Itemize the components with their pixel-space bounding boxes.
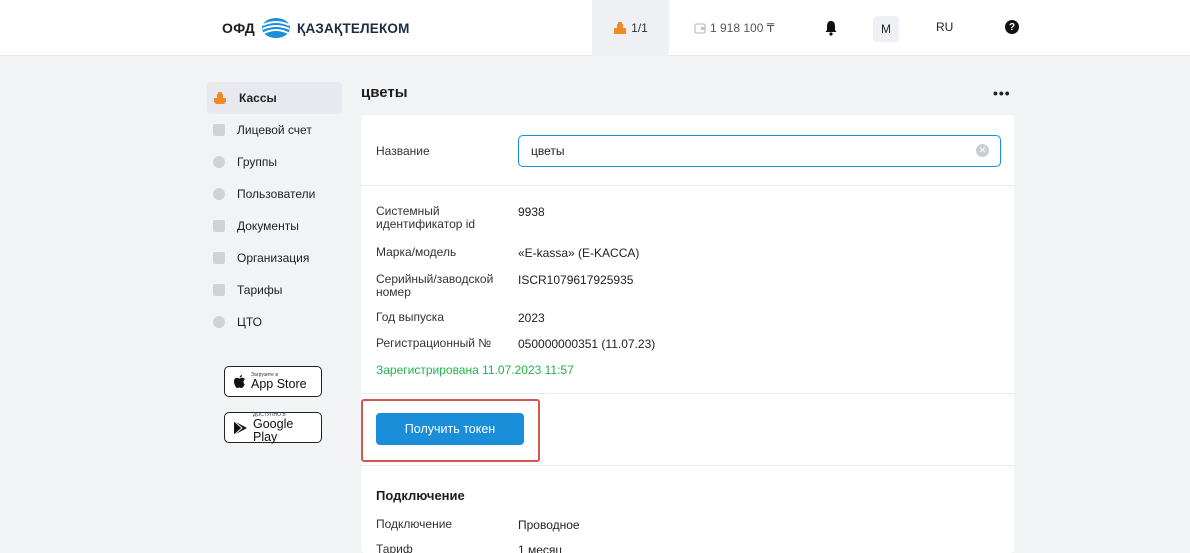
sidebar-item-tariffs[interactable]: Тарифы [207, 274, 342, 306]
user-avatar[interactable]: M [873, 16, 899, 42]
sidebar-item-label: Кассы [239, 91, 277, 105]
cash-register-card: Название ✕ Системный идентификатор id 99… [361, 115, 1014, 553]
sidebar-item-label: Тарифы [237, 283, 283, 297]
connection-section-title: Подключение [376, 488, 465, 503]
field-label-year: Год выпуска [376, 310, 444, 324]
field-value-system-id: 9938 [518, 205, 545, 219]
sidebar-item-label: Документы [237, 219, 299, 233]
field-value-connection: Проводное [518, 518, 580, 532]
sidebar-item-label: Лицевой счет [237, 123, 312, 137]
user-icon [213, 188, 225, 200]
app-store-text: Загрузите в App Store [251, 372, 307, 391]
group-icon [213, 156, 225, 168]
sidebar-item-label: Организация [237, 251, 310, 265]
service-center-icon [213, 316, 225, 328]
field-label-system-id: Системный идентификатор id [376, 204, 476, 231]
more-menu-button[interactable]: ••• [993, 85, 1011, 101]
field-label-serial: Серийный/заводской номер [376, 272, 494, 299]
cash-counter[interactable]: 1/1 [592, 0, 669, 56]
top-header: ОФД ҚАЗАҚТЕЛЕКОМ 1/1 1 918 100 ₸ M RU ? [0, 0, 1190, 56]
sidebar-item-label: Группы [237, 155, 277, 169]
logo[interactable]: ОФД ҚАЗАҚТЕЛЕКОМ [222, 14, 410, 42]
google-play-big: Google Play [252, 416, 294, 444]
field-value-model: «E-kassa» (E-KACCA) [518, 246, 640, 260]
field-label-connection: Подключение [376, 517, 453, 531]
balance[interactable]: 1 918 100 ₸ [694, 0, 774, 56]
field-label-model: Марка/модель [376, 245, 457, 259]
kazakhtelecom-logo-icon [262, 18, 291, 38]
field-value-tariff: 1 месяц [518, 543, 563, 553]
sidebar-item-account[interactable]: Лицевой счет [207, 114, 342, 146]
google-play-icon [233, 420, 247, 435]
apple-icon [234, 375, 245, 388]
sidebar-item-label: Пользователи [237, 187, 316, 201]
app-store-button[interactable]: Загрузите в App Store [224, 366, 322, 397]
logo-company-name: ҚАЗАҚТЕЛЕКОМ [297, 20, 410, 36]
field-label-tariff: Тариф [376, 542, 413, 553]
field-label-reg-number: Регистрационный № [376, 336, 492, 350]
language-switcher[interactable]: RU [936, 20, 953, 34]
bell-icon[interactable] [822, 19, 840, 37]
field-value-reg-number: 050000000351 (11.07.23) [518, 337, 656, 351]
google-play-text: ДОСТУПНО В Google Play [253, 412, 321, 444]
balance-amount: 1 918 100 ₸ [710, 21, 775, 35]
cash-register-icon [614, 21, 627, 34]
name-label: Название [376, 144, 430, 158]
tariff-icon [213, 284, 225, 296]
document-icon [213, 220, 225, 232]
cash-register-icon [214, 91, 226, 104]
divider [361, 465, 1014, 466]
divider [361, 393, 1014, 394]
clear-input-icon[interactable]: ✕ [976, 144, 989, 157]
building-icon [213, 252, 225, 264]
divider [361, 185, 1014, 186]
get-token-button[interactable]: Получить токен [376, 413, 524, 445]
sidebar-item-groups[interactable]: Группы [207, 146, 342, 178]
name-input[interactable] [518, 135, 1001, 167]
sidebar-item-kassy[interactable]: Кассы [207, 82, 342, 114]
field-value-serial: ISCR1079617925935 [518, 273, 634, 287]
page-title: цветы [361, 84, 408, 101]
cash-count: 1/1 [631, 21, 648, 35]
sidebar-item-organization[interactable]: Организация [207, 242, 342, 274]
sidebar-item-documents[interactable]: Документы [207, 210, 342, 242]
field-value-year: 2023 [518, 311, 545, 325]
sidebar-item-cto[interactable]: ЦТО [207, 306, 342, 338]
wallet-icon [694, 23, 706, 34]
sidebar-item-label: ЦТО [237, 315, 263, 329]
wallet-icon [213, 124, 225, 136]
sidebar-item-users[interactable]: Пользователи [207, 178, 342, 210]
help-icon[interactable]: ? [1005, 20, 1019, 34]
google-play-button[interactable]: ДОСТУПНО В Google Play [224, 412, 322, 443]
registration-status: Зарегистрирована 11.07.2023 11:57 [376, 363, 574, 377]
logo-ofd-text: ОФД [222, 20, 256, 36]
sidebar-nav: Кассы Лицевой счет Группы Пользователи Д… [207, 82, 342, 338]
app-store-big: App Store [251, 377, 307, 391]
